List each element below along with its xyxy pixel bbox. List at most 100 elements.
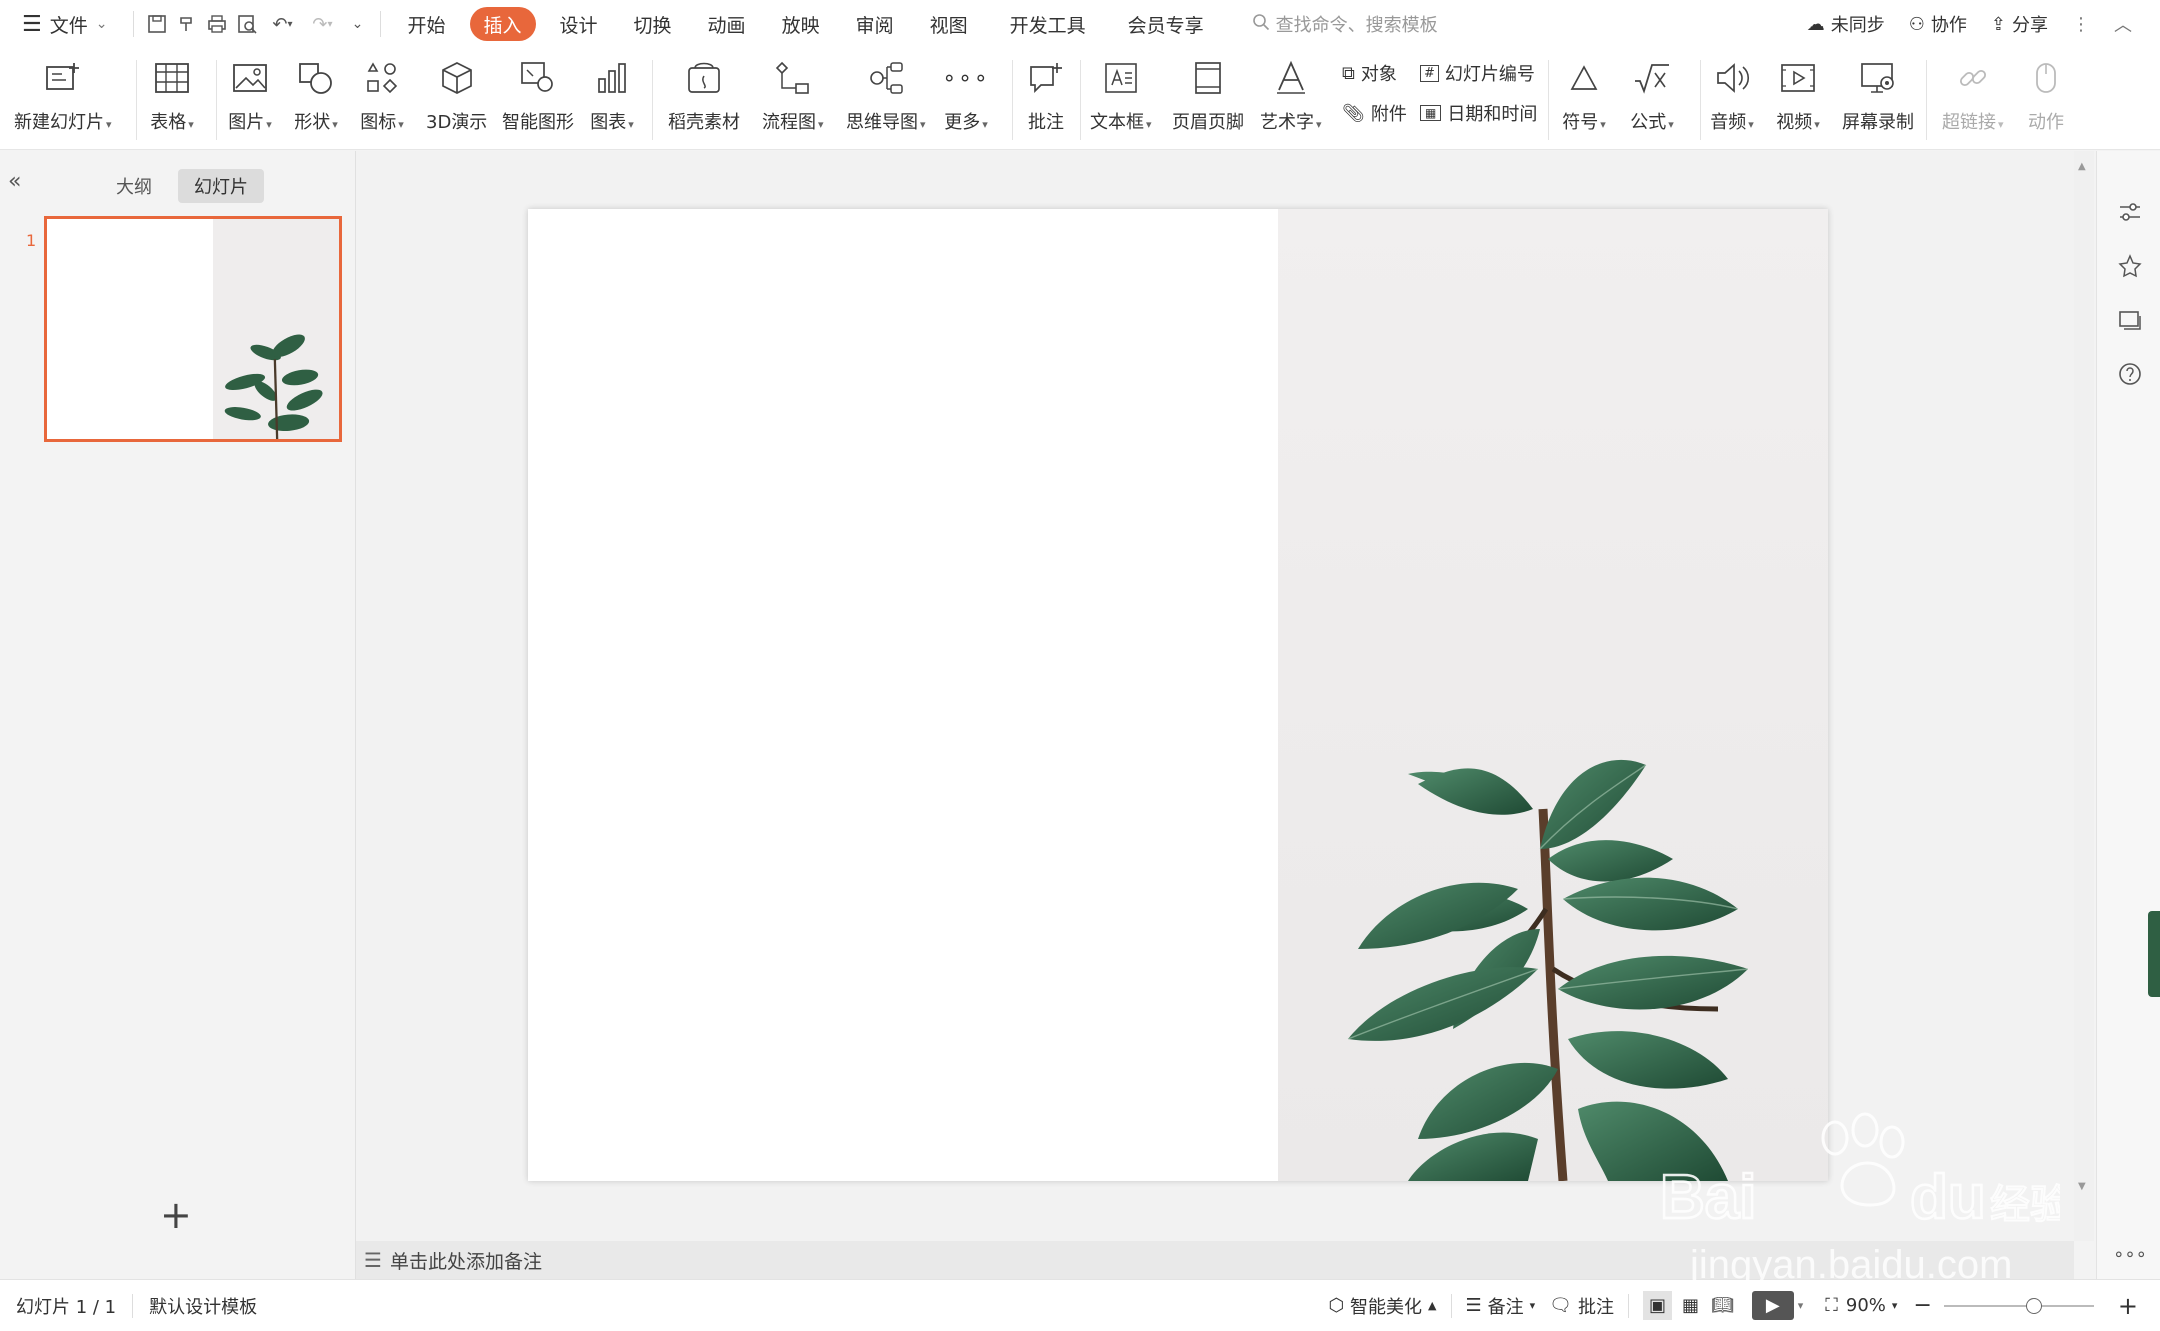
window-tools: ☁ 未同步 ⚇ 协作 ⇪ 分享 ⋮ ︿: [1807, 0, 2132, 48]
slide-thumbnail[interactable]: [44, 216, 342, 442]
more-button[interactable]: ∘∘∘ 更多 ▾: [942, 56, 988, 134]
docer-button[interactable]: 稻壳素材: [668, 56, 740, 134]
mindmap-button[interactable]: 思维导图 ▾: [846, 56, 926, 134]
undo-icon[interactable]: ↶ ▾: [262, 9, 302, 39]
notes-toggle-button[interactable]: ☰ 备注 ▾: [1466, 1293, 1536, 1319]
slide-info: 幻灯片 1 / 1: [16, 1296, 117, 1318]
play-options-icon[interactable]: ▾: [1798, 1299, 1804, 1312]
shape-button[interactable]: 形状 ▾: [294, 56, 338, 134]
video-button[interactable]: 视频 ▾: [1776, 56, 1820, 134]
help-icon[interactable]: [2115, 359, 2145, 389]
object-icon: ⧉: [1342, 62, 1355, 84]
tab-animation[interactable]: 动画: [690, 7, 764, 41]
tab-outline[interactable]: 大纲: [100, 169, 168, 203]
slide-1[interactable]: [528, 209, 1828, 1181]
object-button[interactable]: ⧉ 对象: [1342, 60, 1397, 86]
slide-number-button[interactable]: # 幻灯片编号: [1420, 60, 1535, 86]
wordart-button[interactable]: 艺术字 ▾: [1260, 56, 1322, 134]
redo-icon[interactable]: ↷ ▾: [302, 9, 342, 39]
plant-photo[interactable]: [1278, 209, 1828, 1181]
tab-member[interactable]: 会员专享: [1110, 7, 1222, 41]
tab-developer[interactable]: 开发工具: [986, 7, 1110, 41]
action-button[interactable]: 动作: [2024, 56, 2068, 134]
fit-window-icon[interactable]: ⛶: [1825, 1295, 1838, 1316]
template-name[interactable]: 默认设计模板: [149, 1293, 257, 1319]
tab-slideshow[interactable]: 放映: [764, 7, 838, 41]
properties-icon[interactable]: [2115, 197, 2145, 227]
customize-toolbar-icon[interactable]: ⌄: [342, 9, 372, 39]
table-button[interactable]: 表格 ▾: [150, 56, 194, 134]
icon-button[interactable]: 图标 ▾: [360, 56, 404, 134]
zoom-in-button[interactable]: +: [2118, 1292, 2138, 1320]
tab-design[interactable]: 设计: [542, 7, 616, 41]
audio-button[interactable]: 音频 ▾: [1710, 56, 1754, 134]
tab-review[interactable]: 审阅: [838, 7, 912, 41]
reading-view-icon[interactable]: 📖︎: [1711, 1295, 1734, 1316]
file-menu[interactable]: ☰ 文件 ⌄: [0, 7, 125, 41]
status-bar: 幻灯片 1 / 1 默认设计模板 ⬡ 智能美化 ▲ ☰ 备注 ▾ 🗨︎ 批注 ▣…: [0, 1279, 2160, 1331]
print-icon[interactable]: [202, 9, 232, 39]
format-painter-icon[interactable]: [172, 9, 202, 39]
table-icon: [150, 56, 194, 100]
tab-transition[interactable]: 切换: [616, 7, 690, 41]
side-handle[interactable]: [2148, 911, 2160, 997]
sync-button[interactable]: ☁ 未同步: [1807, 11, 1885, 37]
share-button[interactable]: ⇪ 分享: [1991, 11, 2048, 37]
print-preview-icon[interactable]: [232, 9, 262, 39]
beautify-button[interactable]: ⬡ 智能美化 ▲: [1328, 1293, 1436, 1319]
zoom-out-button[interactable]: −: [1913, 1293, 1931, 1318]
picture-label: 图片: [228, 112, 265, 133]
symbol-button[interactable]: 符号 ▾: [1562, 56, 1606, 134]
3d-button[interactable]: 3D演示: [426, 56, 487, 134]
zoom-slider-thumb[interactable]: [2025, 1297, 2042, 1314]
screen-record-button[interactable]: 屏幕录制: [1842, 56, 1914, 134]
notes-bar[interactable]: ☰ 单击此处添加备注: [356, 1241, 2074, 1279]
save-icon[interactable]: [142, 9, 172, 39]
textbox-button[interactable]: 文本框 ▾: [1090, 56, 1152, 134]
hyperlink-button[interactable]: 超链接 ▾: [1942, 56, 2004, 134]
object-label: 对象: [1360, 64, 1397, 85]
normal-view-icon[interactable]: ▣: [1643, 1291, 1673, 1320]
comments-toggle-button[interactable]: 🗨︎ 批注: [1549, 1293, 1614, 1319]
tab-view[interactable]: 视图: [912, 7, 986, 41]
smart-art-button[interactable]: 智能图形: [502, 56, 574, 134]
scroll-down-icon[interactable]: ▼: [2078, 1181, 2086, 1192]
tab-slides[interactable]: 幻灯片: [178, 169, 264, 203]
more-options-icon[interactable]: ⋮: [2072, 14, 2090, 35]
picture-button[interactable]: 图片 ▾: [228, 56, 272, 134]
icon-library-icon: [360, 56, 404, 100]
slide-switch-icon[interactable]: [2115, 305, 2145, 335]
attachment-button[interactable]: 📎︎ 附件: [1342, 100, 1407, 126]
sidebar-more-icon[interactable]: ∘∘∘: [2113, 1239, 2147, 1269]
comment-button[interactable]: 批注: [1024, 56, 1068, 134]
command-search[interactable]: 查找命令、搜索模板: [1252, 11, 1438, 37]
tab-home[interactable]: 开始: [389, 7, 463, 41]
bar-chart-icon: [590, 56, 634, 100]
tab-insert[interactable]: 插入: [469, 7, 536, 41]
add-slide-button[interactable]: +: [160, 1193, 192, 1237]
datetime-button[interactable]: ▦ 日期和时间: [1420, 100, 1537, 126]
textbox-icon: [1099, 56, 1143, 100]
scroll-up-icon[interactable]: ▲: [2078, 161, 2086, 172]
sorter-view-icon[interactable]: ▦: [1682, 1295, 1699, 1316]
chart-button[interactable]: 图表 ▾: [590, 56, 634, 134]
zoom-level[interactable]: 90% ▾: [1846, 1295, 1898, 1316]
collab-label: 协作: [1930, 15, 1967, 36]
collapse-ribbon-icon[interactable]: ︿: [2114, 11, 2132, 37]
formula-button[interactable]: 公式 ▾: [1630, 56, 1674, 134]
chart-label: 图表: [590, 112, 627, 133]
picture-icon: [228, 56, 272, 100]
vertical-scrollbar[interactable]: ▲ ▼: [2074, 151, 2094, 1241]
flowchart-button[interactable]: 流程图 ▾: [762, 56, 824, 134]
new-slide-button[interactable]: 新建幻灯片 ▾: [14, 56, 112, 134]
icon-label: 图标: [360, 112, 397, 133]
3d-label: 3D演示: [426, 112, 488, 133]
header-footer-button[interactable]: 页眉页脚: [1172, 56, 1244, 134]
beautify-label: 智能美化: [1350, 1296, 1423, 1318]
slide-number-label: 幻灯片编号: [1444, 64, 1535, 85]
collab-button[interactable]: ⚇ 协作: [1909, 11, 1967, 37]
zoom-slider[interactable]: [1943, 1296, 2094, 1316]
collapse-panel-icon[interactable]: «: [8, 169, 21, 194]
play-slideshow-icon[interactable]: ▶: [1751, 1291, 1794, 1320]
animation-pane-icon[interactable]: [2115, 251, 2145, 281]
